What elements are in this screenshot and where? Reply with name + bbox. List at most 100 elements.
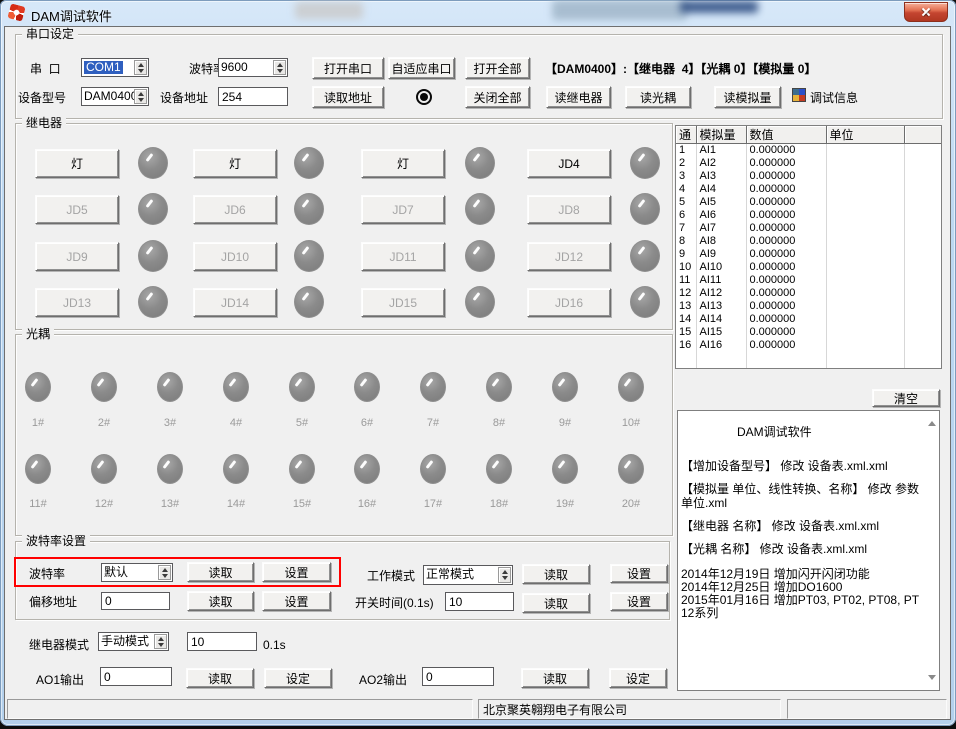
adaptive-serial-button[interactable]: 自适应串口 [388,57,455,79]
table-cell: AI10 [696,261,746,274]
relay-button-7[interactable]: JD7 [361,195,445,224]
ao1-read-button[interactable]: 读取 [186,668,254,688]
opto-led-2 [91,372,117,402]
relay-button-5[interactable]: JD5 [35,195,119,224]
read-opto-button[interactable]: 读光耦 [625,86,691,108]
ao1-output-input[interactable] [100,667,172,686]
relay-led-16 [630,286,660,318]
ao2-read-button[interactable]: 读取 [521,668,589,688]
baud-rate-select[interactable]: 9600 [218,58,288,77]
relay-button-11[interactable]: JD11 [361,242,445,271]
ao1-set-button[interactable]: 设定 [264,668,332,688]
relay-button-10[interactable]: JD10 [193,242,277,271]
read-address-button[interactable]: 读取地址 [312,86,384,108]
relay-led-9 [138,240,168,272]
relay-time-unit-label: 0.1s [263,638,286,652]
relay-mode-select[interactable]: 手动模式 [98,632,169,651]
relay-led-2 [294,147,324,179]
table-row[interactable]: 9AI90.000000 [676,248,941,261]
dropdown-arrow-icon[interactable] [498,567,511,583]
table-row[interactable]: 1AI10.000000 [676,144,941,158]
open-serial-button[interactable]: 打开串口 [312,57,384,79]
relay-led-15 [465,286,495,318]
read-analog-button[interactable]: 读模拟量 [714,86,781,108]
switch-time-input[interactable] [445,592,514,611]
table-row[interactable]: 15AI150.000000 [676,326,941,339]
table-row[interactable]: 11AI110.000000 [676,274,941,287]
device-model-label: 设备型号 [18,91,66,105]
serial-port-value: COM1 [84,61,123,74]
relay-button-14[interactable]: JD14 [193,288,277,317]
table-row[interactable]: 3AI30.000000 [676,170,941,183]
work-mode-set-button[interactable]: 设置 [610,564,668,583]
title-bar[interactable]: DAM调试软件 [0,0,956,26]
table-row[interactable]: 10AI100.000000 [676,261,941,274]
serial-settings-group: 串口设定 串 口 COM1 波特率 9600 打开串口 自适应串口 打开全部 【… [15,34,943,119]
table-row[interactable]: 6AI60.000000 [676,209,941,222]
relay-button-6[interactable]: JD6 [193,195,277,224]
debug-info-label[interactable]: 调试信息 [810,91,858,105]
baud-setting-select[interactable]: 默认 [101,563,173,582]
relay-led-7 [465,193,495,225]
offset-set-button[interactable]: 设置 [262,591,331,611]
device-model-select[interactable]: DAM0400 [81,87,149,106]
device-address-input[interactable] [218,87,288,106]
table-cell [826,287,904,300]
dropdown-arrow-icon[interactable] [134,89,147,104]
work-mode-read-button[interactable]: 读取 [522,564,590,584]
opto-led-12 [91,454,117,484]
relay-button-9[interactable]: JD9 [35,242,119,271]
table-cell: 0.000000 [746,313,826,326]
relay-button-3[interactable]: 灯 [361,149,445,178]
opto-led-3 [157,372,183,402]
relay-button-1[interactable]: 灯 [35,149,119,178]
table-row[interactable]: 2AI20.000000 [676,157,941,170]
scroll-down-icon[interactable] [928,675,936,684]
ao2-set-button[interactable]: 设定 [609,668,667,688]
relay-button-2[interactable]: 灯 [193,149,277,178]
table-row[interactable]: 4AI40.000000 [676,183,941,196]
table-row[interactable]: 16AI160.000000 [676,339,941,352]
ao2-output-input[interactable] [422,667,494,686]
relay-button-16[interactable]: JD16 [527,288,611,317]
table-cell: AI12 [696,287,746,300]
relay-button-4[interactable]: JD4 [527,149,611,178]
scroll-up-icon[interactable] [928,417,936,426]
relay-time-input[interactable] [187,632,257,651]
device-summary: 【DAM0400】:【继电器 4】【光耦 0】【模拟量 0】 [545,62,816,76]
table-row[interactable]: 5AI50.000000 [676,196,941,209]
table-row[interactable]: 8AI80.000000 [676,235,941,248]
table-row[interactable]: 14AI140.000000 [676,313,941,326]
relay-button-12[interactable]: JD12 [527,242,611,271]
offset-address-input[interactable] [101,592,170,610]
table-cell: 13 [676,300,696,313]
table-row[interactable]: 7AI70.000000 [676,222,941,235]
open-all-button[interactable]: 打开全部 [465,57,530,79]
relay-button-15[interactable]: JD15 [361,288,445,317]
close-all-button[interactable]: 关闭全部 [465,86,530,108]
relay-button-8[interactable]: JD8 [527,195,611,224]
work-mode-select[interactable]: 正常模式 [423,565,513,585]
opto-led-7 [420,372,446,402]
baud-set-button[interactable]: 设置 [262,562,331,582]
relay-led-13 [138,286,168,318]
switch-time-set-button[interactable]: 设置 [610,592,668,611]
serial-port-select[interactable]: COM1 [81,58,149,77]
dropdown-arrow-icon[interactable] [273,60,286,75]
offset-read-button[interactable]: 读取 [187,591,254,611]
switch-time-read-button[interactable]: 读取 [522,593,590,613]
read-relay-button[interactable]: 读继电器 [546,86,611,108]
table-cell [904,209,941,222]
table-cell [826,261,904,274]
table-row[interactable]: 12AI120.000000 [676,287,941,300]
baud-read-button[interactable]: 读取 [187,562,254,582]
table-row[interactable]: 13AI130.000000 [676,300,941,313]
close-button[interactable] [904,2,948,22]
dropdown-arrow-icon[interactable] [134,60,147,75]
dropdown-arrow-icon[interactable] [154,634,167,649]
relay-button-13[interactable]: JD13 [35,288,119,317]
clear-button[interactable]: 清空 [872,389,940,407]
dropdown-arrow-icon[interactable] [158,565,171,580]
table-cell: AI4 [696,183,746,196]
table-cell [826,222,904,235]
